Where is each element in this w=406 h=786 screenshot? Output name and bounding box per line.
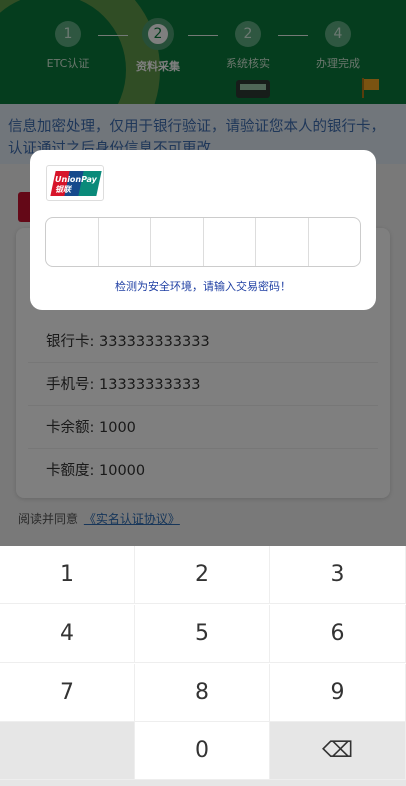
key-6[interactable]: 6 bbox=[270, 605, 406, 663]
security-hint: 检测为安全环境，请输入交易密码！ bbox=[115, 280, 291, 293]
password-dialog: UnionPay 银联 检测为安全环境，请输入交易密码！ bbox=[30, 150, 376, 310]
key-blank bbox=[0, 722, 135, 780]
key-7[interactable]: 7 bbox=[0, 664, 135, 722]
password-digit[interactable] bbox=[99, 218, 151, 266]
unionpay-logo: UnionPay 银联 bbox=[46, 165, 104, 201]
password-digit[interactable] bbox=[309, 218, 361, 266]
key-5[interactable]: 5 bbox=[135, 605, 270, 663]
key-3[interactable]: 3 bbox=[270, 546, 406, 604]
key-4[interactable]: 4 bbox=[0, 605, 135, 663]
key-8[interactable]: 8 bbox=[135, 664, 270, 722]
home-indicator-bar bbox=[0, 780, 406, 786]
key-1[interactable]: 1 bbox=[0, 546, 135, 604]
backspace-icon[interactable]: ⌫ bbox=[270, 722, 406, 780]
logo-text: UnionPay 银联 bbox=[55, 175, 97, 194]
password-digit[interactable] bbox=[46, 218, 99, 266]
password-digit[interactable] bbox=[151, 218, 204, 266]
key-2[interactable]: 2 bbox=[135, 546, 270, 604]
numeric-keypad: 1 2 3 4 5 6 7 8 9 0 ⌫ bbox=[0, 546, 406, 786]
password-input[interactable] bbox=[45, 217, 361, 267]
password-digit[interactable] bbox=[256, 218, 309, 266]
key-9[interactable]: 9 bbox=[270, 664, 406, 722]
password-digit[interactable] bbox=[204, 218, 256, 266]
key-0[interactable]: 0 bbox=[135, 722, 270, 780]
